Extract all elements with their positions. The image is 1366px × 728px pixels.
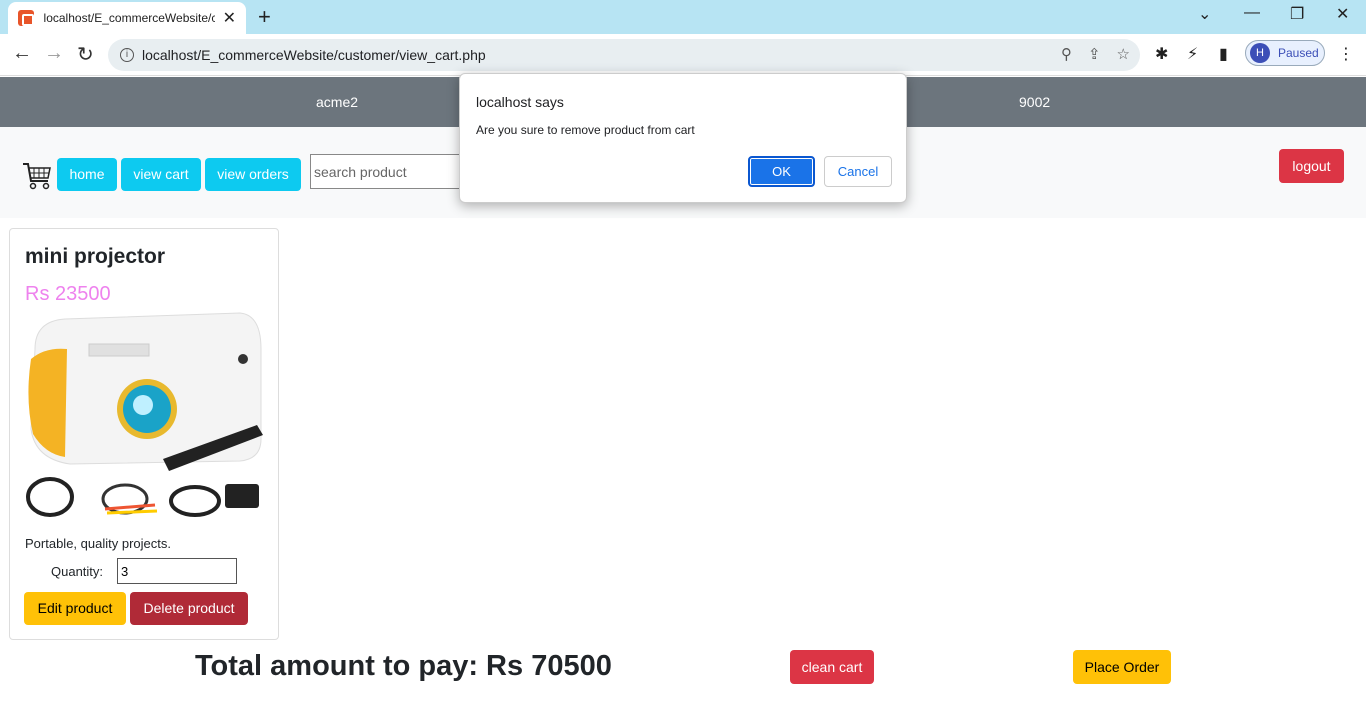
cart-product-card: mini projector Rs 23500 Portable, qualit… <box>9 228 279 640</box>
logout-button[interactable]: logout <box>1279 149 1344 183</box>
back-icon[interactable]: ← <box>12 42 32 65</box>
profile-status: Paused <box>1278 46 1319 60</box>
browser-tab[interactable]: localhost/E_commerceWebsite/cu ✕ <box>8 2 246 34</box>
profile-button[interactable]: H Paused <box>1245 40 1325 66</box>
site-info-icon[interactable]: i <box>120 48 134 62</box>
tab-search-chevron-icon[interactable]: ⌄ <box>1198 4 1211 24</box>
user-number-text: 9002 <box>1019 94 1051 110</box>
delete-product-button[interactable]: Delete product <box>130 592 248 625</box>
dialog-title: localhost says <box>476 94 564 110</box>
forward-icon[interactable]: → <box>44 42 64 65</box>
quantity-input[interactable] <box>117 558 237 584</box>
browser-menu-icon[interactable]: ⋮ <box>1338 44 1354 64</box>
url-text: localhost/E_commerceWebsite/customer/vie… <box>142 47 486 63</box>
profile-avatar: H <box>1250 43 1270 63</box>
tab-close-icon[interactable]: ✕ <box>223 8 236 28</box>
product-name: mini projector <box>25 245 166 268</box>
browser-toolbar: ← → ↻ i localhost/E_commerceWebsite/cust… <box>0 34 1366 76</box>
confirm-dialog: localhost says Are you sure to remove pr… <box>459 73 907 203</box>
clean-cart-button[interactable]: clean cart <box>790 650 874 684</box>
place-order-button[interactable]: Place Order <box>1073 650 1171 684</box>
bookmark-star-icon[interactable]: ☆ <box>1117 45 1130 63</box>
extensions-icon[interactable]: ✱ <box>1155 44 1168 64</box>
home-button[interactable]: home <box>57 158 117 191</box>
shopping-cart-icon <box>23 163 51 190</box>
product-price: Rs 23500 <box>25 283 111 305</box>
product-image <box>25 309 264 524</box>
search-input[interactable] <box>310 154 470 189</box>
tab-title: localhost/E_commerceWebsite/cu <box>43 11 215 25</box>
total-amount: Total amount to pay: Rs 70500 <box>195 650 612 682</box>
product-description: Portable, quality projects. <box>25 536 171 551</box>
address-bar[interactable]: i localhost/E_commerceWebsite/customer/v… <box>108 39 1140 71</box>
zoom-icon[interactable]: ⚲ <box>1061 45 1072 63</box>
minimize-icon[interactable]: — <box>1244 4 1260 22</box>
dialog-ok-button[interactable]: OK <box>748 156 815 187</box>
dialog-cancel-button[interactable]: Cancel <box>824 156 892 187</box>
side-panel-icon[interactable]: ▮ <box>1219 44 1228 64</box>
quantity-label: Quantity: <box>51 564 104 579</box>
restore-icon[interactable]: ❐ <box>1290 4 1304 24</box>
dialog-message: Are you sure to remove product from cart <box>476 123 695 137</box>
xampp-favicon-icon <box>18 10 34 26</box>
edit-product-button[interactable]: Edit product <box>24 592 126 625</box>
view-cart-button[interactable]: view cart <box>121 158 201 191</box>
new-tab-icon[interactable]: + <box>258 4 271 30</box>
close-window-icon[interactable]: ✕ <box>1336 4 1349 24</box>
extension-bolt-icon[interactable]: ⚡ <box>1187 44 1198 64</box>
username-text: acme2 <box>316 94 359 110</box>
reload-icon[interactable]: ↻ <box>77 42 94 67</box>
share-icon[interactable]: ⇪ <box>1088 45 1101 63</box>
view-orders-button[interactable]: view orders <box>205 158 301 191</box>
browser-tab-bar: localhost/E_commerceWebsite/cu ✕ + ⌄ — ❐… <box>0 0 1366 34</box>
